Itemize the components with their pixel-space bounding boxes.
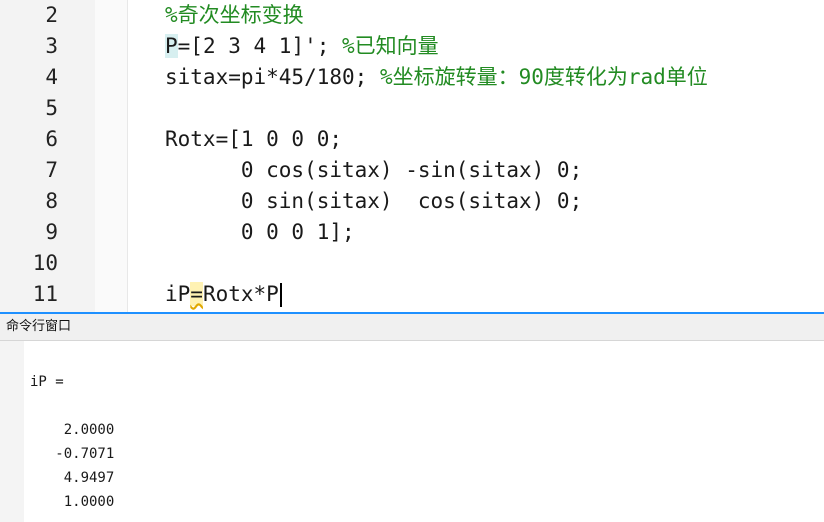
- code-line[interactable]: %奇次坐标变换: [165, 0, 304, 31]
- code-line[interactable]: 0 cos(sitax) -sin(sitax) 0;: [165, 155, 582, 186]
- code-line[interactable]: 0 0 0 1];: [165, 217, 355, 248]
- code-line[interactable]: 0 sin(sitax) cos(sitax) 0;: [165, 186, 582, 217]
- line-number: 9: [45, 220, 58, 244]
- code-folding-column: [95, 0, 128, 312]
- text-cursor: [279, 283, 282, 307]
- output-variable-line: iP =: [30, 374, 64, 390]
- code-token: iP: [165, 282, 191, 306]
- code-token: P: [165, 34, 178, 58]
- command-window-title: 命令行窗口: [6, 319, 72, 334]
- command-window-margin: [0, 341, 24, 522]
- code-line[interactable]: P=[2 3 4 1]'; %已知向量: [165, 31, 439, 62]
- code-line[interactable]: sitax=pi*45/180; %坐标旋转量：90度转化为rad单位: [165, 62, 708, 93]
- command-window-output[interactable]: iP = 2.0000 -0.7071 4.9497 1.0000: [0, 341, 824, 522]
- code-token: =: [190, 282, 203, 306]
- code-token: sitax=pi*45/180;: [165, 65, 380, 89]
- line-number: 2: [45, 3, 58, 27]
- code-comment: %坐标旋转量：90度转化为rad单位: [379, 65, 708, 89]
- line-number: 10: [32, 251, 58, 275]
- code-token: 0 0 0 1];: [165, 220, 355, 244]
- output-value: -0.7071: [30, 446, 115, 462]
- code-editor[interactable]: 2 %奇次坐标变换 3 P=[2 3 4 1]'; %已知向量 4 sitax=pi*45…: [0, 0, 824, 312]
- code-token: 0 cos(sitax) -sin(sitax) 0;: [165, 158, 583, 182]
- line-number: 7: [45, 158, 58, 182]
- line-number: 3: [45, 34, 58, 58]
- command-window-header: 命令行窗口: [0, 314, 824, 341]
- line-number: 11: [32, 282, 58, 306]
- code-token: 0 sin(sitax) cos(sitax) 0;: [165, 189, 583, 213]
- line-number: 6: [45, 127, 58, 151]
- code-comment: %已知向量: [342, 34, 439, 58]
- output-value: 1.0000: [30, 494, 115, 510]
- code-token: =[2 3 4 1]';: [177, 34, 343, 58]
- line-number: 4: [45, 65, 58, 89]
- output-value: 4.9497: [30, 470, 115, 486]
- code-line[interactable]: iP=Rotx*P: [165, 279, 282, 310]
- code-token: Rotx=[1 0 0 0;: [165, 127, 343, 151]
- line-number: 8: [45, 189, 58, 213]
- output-value: 2.0000: [30, 422, 115, 438]
- line-number: 5: [45, 96, 58, 120]
- code-line[interactable]: Rotx=[1 0 0 0;: [165, 124, 342, 155]
- code-comment: %奇次坐标变换: [165, 3, 304, 27]
- code-token: Rotx*P: [202, 282, 279, 306]
